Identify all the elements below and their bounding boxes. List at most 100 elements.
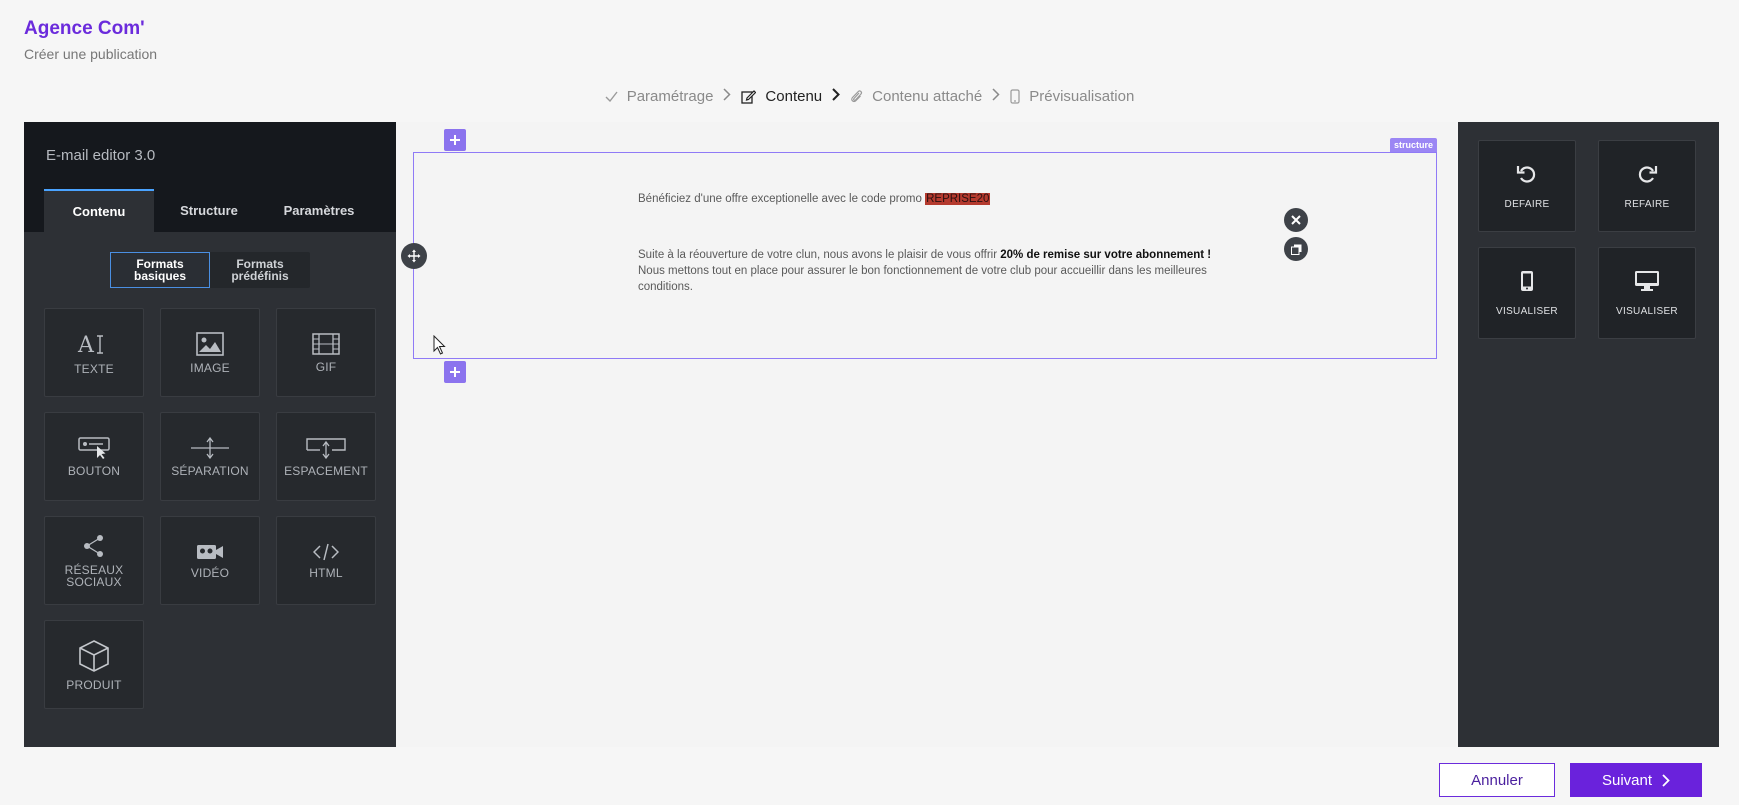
promo-line: Bénéficiez d'une offre exceptionelle ave… [638,191,1218,207]
mobile-icon [1521,270,1533,291]
editor-header: E-mail editor 3.0 Contenu Structure Para… [24,122,396,232]
step-label: Contenu [765,87,823,105]
selected-row[interactable]: structure Bénéficiez d'une offre excepti… [413,138,1437,359]
format-toggle: Formats basiques Formats prédéfinis [110,252,310,288]
duplicate-row-button[interactable] [1284,237,1308,261]
chevron-right-icon [832,87,841,105]
tab-contenu[interactable]: Contenu [44,189,154,232]
move-row-button[interactable] [401,243,427,269]
add-row-above-button[interactable] [444,129,466,151]
body-paragraph: Suite à la réouverture de votre clun, no… [638,247,1218,295]
block-label: HTML [309,565,343,580]
plus-icon [450,135,460,145]
block-label: GIF [315,359,337,374]
mouse-cursor-icon [433,335,446,355]
page-header: Agence Com' Créer une publication [24,18,157,62]
formats-predefinis-button[interactable]: Formats prédéfinis [210,252,310,288]
undo-icon [1516,165,1536,183]
blocks-panel: E-mail editor 3.0 Contenu Structure Para… [24,122,396,747]
block-produit[interactable]: PRODUIT [44,620,144,709]
block-label: VIDÉO [190,565,230,580]
share-icon [83,534,105,558]
cancel-label: Annuler [1471,771,1523,789]
action-grid: DEFAIRE REFAIRE VISUALISER VISUALISER [1478,140,1696,339]
preview-desktop-button[interactable]: VISUALISER [1598,247,1696,339]
action-label: DEFAIRE [1504,198,1550,210]
tab-structure[interactable]: Structure [154,189,264,232]
chevron-right-icon [723,87,731,105]
preview-mobile-button[interactable]: VISUALISER [1478,247,1576,339]
delete-row-button[interactable] [1284,208,1308,232]
copy-icon [1290,244,1301,255]
redo-button[interactable]: REFAIRE [1598,140,1696,232]
action-label: VISUALISER [1496,305,1558,317]
move-icon [407,249,421,263]
step-label: Paramétrage [626,87,714,105]
block-label: SÉPARATION [171,463,249,478]
desktop-icon [1635,270,1659,291]
page-subtitle: Créer une publication [24,46,158,62]
para-text: Suite à la réouverture de votre clun, no… [638,249,1001,261]
spacing-icon [306,437,346,459]
block-espacement[interactable]: ESPACEMENT [276,412,376,501]
promo-code: REPRISE20 [925,193,991,205]
step-contenu[interactable]: Contenu [741,88,822,105]
svg-text:A: A [77,333,95,357]
separator-icon [190,436,230,459]
step-contenu-attache[interactable]: Contenu attaché [850,88,982,105]
button-icon [78,436,110,459]
edit-icon [741,89,757,104]
redo-icon [1638,165,1658,183]
structure-badge[interactable]: structure [1389,138,1437,152]
block-bouton[interactable]: BOUTON [44,412,144,501]
para-bold: 20% de remise sur votre abonnement ! [1000,249,1212,261]
action-label: REFAIRE [1624,198,1670,210]
block-gif[interactable]: GIF [276,308,376,397]
box-icon [78,639,110,673]
tab-parametres[interactable]: Paramètres [264,189,374,232]
code-icon [313,543,339,561]
paperclip-icon [850,89,863,104]
block-texte[interactable]: A TEXTE [44,308,144,397]
actions-panel: DEFAIRE REFAIRE VISUALISER VISUALISER [1458,122,1719,747]
editor-title: E-mail editor 3.0 [46,147,156,164]
text-icon: A [77,331,111,357]
close-icon [1291,215,1301,225]
step-label: Contenu attaché [872,87,983,105]
step-previsualisation[interactable]: Prévisualisation [1010,88,1134,105]
image-icon [196,331,224,356]
add-row-below-button[interactable] [444,361,466,383]
email-canvas: structure Bénéficiez d'une offre excepti… [396,122,1456,747]
editor-tabs: Contenu Structure Paramètres [44,189,374,232]
block-image[interactable]: IMAGE [160,308,260,397]
cancel-button[interactable]: Annuler [1439,763,1555,797]
step-label: Prévisualisation [1029,87,1135,105]
next-button[interactable]: Suivant [1570,763,1702,797]
block-html[interactable]: HTML [276,516,376,605]
block-label: RÉSEAUX SOCIAUX [64,562,124,589]
chevron-right-icon [992,87,1000,105]
check-icon [605,91,618,102]
block-reseaux-sociaux[interactable]: RÉSEAUX SOCIAUX [44,516,144,605]
block-separation[interactable]: SÉPARATION [160,412,260,501]
text-block[interactable]: Bénéficiez d'une offre exceptionelle ave… [638,191,1218,295]
block-label: PRODUIT [66,677,122,692]
plus-icon [450,367,460,377]
block-label: ESPACEMENT [284,463,368,478]
undo-button[interactable]: DEFAIRE [1478,140,1576,232]
next-label: Suivant [1601,771,1653,789]
block-video[interactable]: VIDÉO [160,516,260,605]
wizard-stepper: Paramétrage Contenu Contenu attaché Prév… [0,86,1739,106]
block-tiles: A TEXTE IMAGE GIF BOUTON SÉPARATION ESPA… [44,308,376,709]
chevron-right-icon [1662,773,1670,787]
gif-film-icon [312,332,340,355]
step-parametrage[interactable]: Paramétrage [605,87,714,105]
formats-basiques-button[interactable]: Formats basiques [110,252,210,288]
promo-text: Bénéficiez d'une offre exceptionelle ave… [638,193,926,205]
block-label: TEXTE [74,361,114,376]
block-label: BOUTON [67,463,121,478]
block-label: IMAGE [190,360,230,375]
para-end: Nous mettons tout en place pour assurer … [638,265,1207,293]
app-title: Agence Com' [24,18,145,39]
smartphone-icon [1010,88,1020,104]
